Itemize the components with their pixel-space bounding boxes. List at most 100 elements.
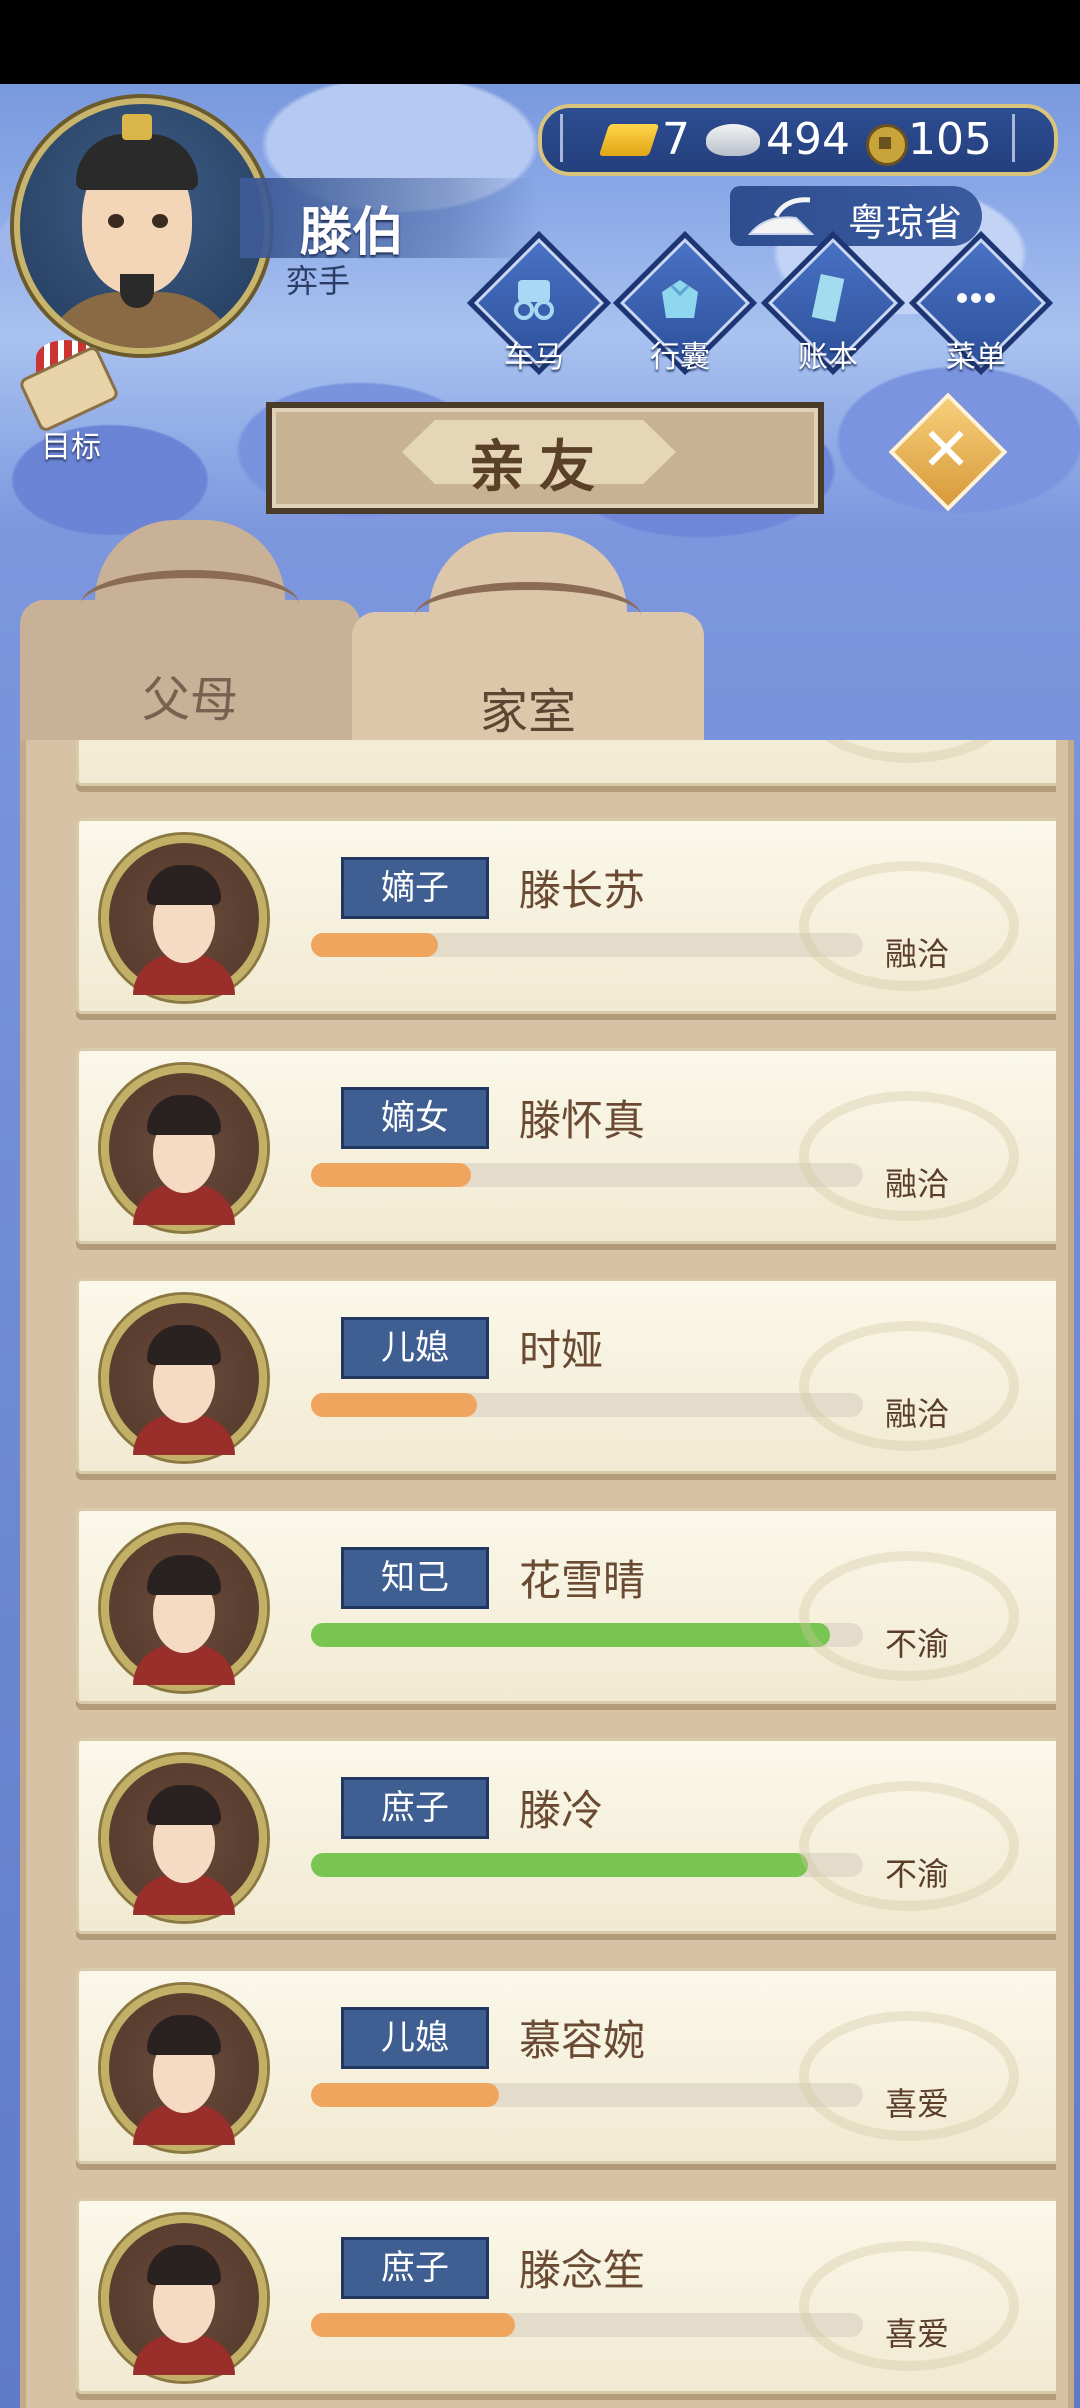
role-badge: 嫡女 [341, 1087, 489, 1149]
more-dots-icon [957, 293, 995, 303]
member-avatar[interactable] [101, 1985, 267, 2151]
list-item[interactable]: 嫡女 滕怀真融洽 [76, 1048, 1056, 1244]
member-avatar[interactable] [101, 835, 267, 1001]
tab-label: 父母 [141, 672, 238, 728]
menu-label: 菜单 [946, 340, 1006, 375]
avatar-eye [108, 214, 124, 228]
ledger-label: 账本 [798, 340, 858, 375]
tab-parents[interactable]: 父母 [20, 520, 360, 770]
avatar-beard [120, 274, 154, 308]
tab-family[interactable]: 家室 [352, 532, 704, 782]
province-label: 粤琼省 [848, 201, 963, 245]
page-title: 亲友 [469, 435, 609, 500]
member-avatar[interactable] [101, 1755, 267, 1921]
ledger-icon [811, 273, 845, 323]
iron-icon [747, 197, 815, 235]
role-badge: 知己 [341, 1547, 489, 1609]
player-name: 滕伯 [300, 203, 405, 263]
relationship-bar [311, 1853, 863, 1877]
list-item[interactable]: 儿媳 时娅融洽 [76, 1278, 1056, 1474]
scroll-icon [17, 344, 121, 434]
relationship-bar-fill [311, 2083, 499, 2107]
close-icon[interactable]: ✕ [898, 402, 994, 498]
role-badge: 庶子 [341, 2237, 489, 2299]
member-name: 滕念笙 [519, 2246, 646, 2295]
avatar-hair [147, 1785, 221, 1825]
member-avatar[interactable] [101, 1525, 267, 1691]
bamboo-decoration [1012, 114, 1035, 162]
role-badge: 儿媳 [341, 1317, 489, 1379]
member-avatar[interactable] [101, 2215, 267, 2381]
relationship-bar [311, 1393, 863, 1417]
gold-amount: 7 [662, 114, 690, 165]
coin-amount: 105 [908, 114, 992, 165]
relationship-status: 不渝 [885, 1855, 950, 1893]
avatar-hair [147, 865, 221, 905]
tab-label: 家室 [479, 684, 576, 740]
bamboo-decoration [560, 114, 583, 162]
relationship-bar [311, 2083, 863, 2107]
goal-button[interactable]: 目标 [16, 340, 126, 465]
bag-label: 行囊 [650, 340, 710, 375]
player-avatar[interactable] [14, 98, 270, 354]
cloud-swirl-ornament [415, 582, 641, 650]
relationship-bar [311, 1623, 863, 1647]
relationship-bar [311, 2313, 863, 2337]
avatar-hair [147, 1325, 221, 1365]
member-name: 滕冷 [519, 1786, 604, 1835]
list-item[interactable]: 庶子 滕冷不渝 [76, 1738, 1056, 1934]
relationship-bar-fill [311, 1163, 472, 1187]
relationship-bar [311, 933, 863, 957]
carriage-label: 车马 [504, 340, 564, 375]
role-badge: 嫡子 [341, 857, 489, 919]
member-name: 滕长苏 [519, 866, 646, 915]
family-list[interactable]: 嫡子 滕长苏 融洽 嫡女 滕怀真 融洽 儿媳 时娅 融洽 知己 花雪晴 不渝 庶子 滕冷 不渝 儿媳 慕容婉 喜爱… [56, 740, 1056, 2408]
role-badge: 儿媳 [341, 2007, 489, 2069]
silver-amount: 494 [766, 114, 850, 165]
member-name: 花雪晴 [519, 1556, 646, 1605]
list-item[interactable]: 庶子 滕念笙喜爱 [76, 2198, 1056, 2394]
carriage-icon [514, 280, 554, 320]
member-avatar[interactable] [101, 1065, 267, 1231]
carriage-button[interactable]: 车马 [466, 230, 612, 376]
page-title-banner: 亲友 [266, 402, 824, 514]
relationship-status: 喜爱 [885, 2085, 950, 2123]
relationship-status: 不渝 [885, 1625, 950, 1663]
bag-icon [662, 280, 698, 318]
member-name: 慕容婉 [519, 2016, 646, 2065]
avatar-hair [147, 2245, 221, 2285]
relationship-status: 融洽 [885, 935, 950, 973]
member-name: 滕怀真 [519, 1096, 646, 1145]
role-badge: 庶子 [341, 1777, 489, 1839]
member-avatar[interactable] [101, 1295, 267, 1461]
avatar-eye [152, 214, 168, 228]
avatar-hair [147, 2015, 221, 2055]
ledger-button[interactable]: 账本 [760, 230, 906, 376]
currency-bar: 7 494 105 [538, 104, 1058, 176]
copper-coin-icon [866, 124, 908, 166]
relationship-bar [311, 1163, 863, 1187]
menu-button[interactable]: 菜单 [908, 230, 1054, 376]
avatar-crown [122, 114, 152, 140]
relationship-bar-fill [311, 933, 438, 957]
bag-button[interactable]: 行囊 [612, 230, 758, 376]
list-item-partial [76, 740, 1056, 786]
relationship-status: 融洽 [885, 1165, 950, 1203]
list-item[interactable]: 嫡子 滕长苏融洽 [76, 818, 1056, 1014]
province-button[interactable]: 粤琼省 [730, 186, 982, 246]
relationship-status: 喜爱 [885, 2315, 950, 2353]
avatar-hair [76, 134, 198, 190]
status-bar [0, 0, 1080, 84]
silver-ingot-icon [706, 124, 760, 156]
relationship-bar-fill [311, 1853, 808, 1877]
family-list-panel[interactable]: 嫡子 滕长苏 融洽 嫡女 滕怀真 融洽 儿媳 时娅 融洽 知己 花雪晴 不渝 庶子 滕冷 不渝 儿媳 慕容婉 喜爱… [20, 740, 1074, 2408]
list-item[interactable]: 儿媳 慕容婉喜爱 [76, 1968, 1056, 2164]
avatar-hair [147, 1555, 221, 1595]
avatar-hair [147, 1095, 221, 1135]
member-name: 时娅 [519, 1326, 604, 1375]
cloud-swirl-ornament [81, 570, 299, 638]
relationship-status: 融洽 [885, 1395, 950, 1433]
list-item[interactable]: 知己 花雪晴不渝 [76, 1508, 1056, 1704]
relationship-bar-fill [311, 1623, 830, 1647]
player-title: 弈手 [286, 262, 351, 300]
